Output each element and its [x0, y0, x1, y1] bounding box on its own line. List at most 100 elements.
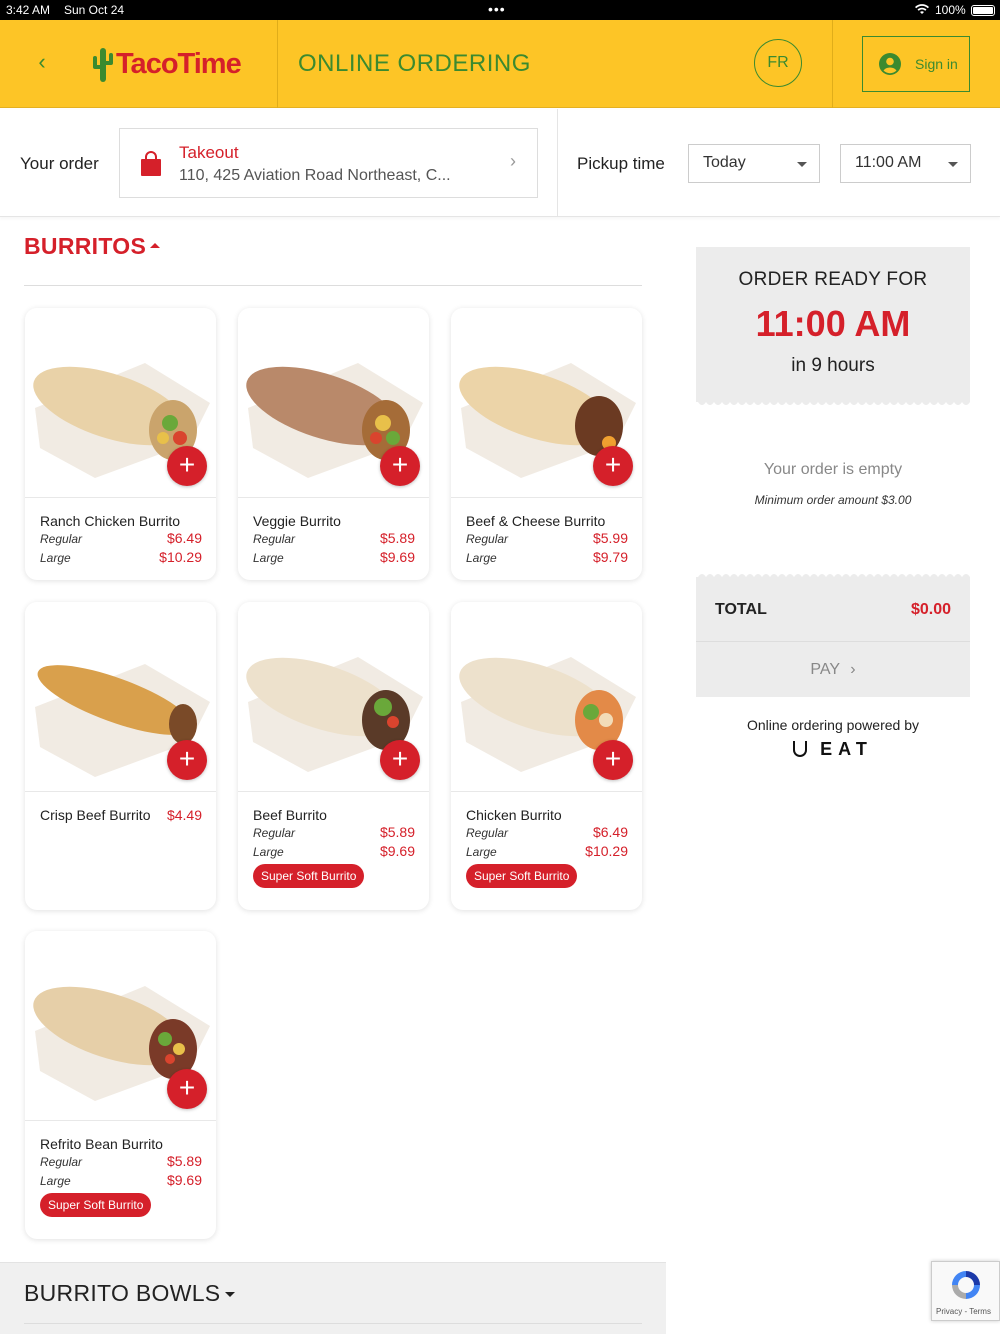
item-price: $5.89	[379, 530, 415, 546]
item-price: $4.49	[166, 807, 202, 823]
item-price: $5.89	[379, 824, 415, 840]
size-row-regular: Regular $6.49	[40, 530, 202, 546]
item-price: $6.49	[592, 824, 628, 840]
status-date: Sun Oct 24	[64, 3, 125, 17]
item-name: Beef & Cheese Burrito	[466, 513, 606, 529]
item-price: $9.69	[166, 1172, 202, 1188]
caret-up-icon[interactable]	[150, 243, 160, 248]
user-icon	[879, 53, 901, 75]
menu-item-card[interactable]: + Chicken Burrito Regular $6.49 Large $10.…	[451, 602, 642, 910]
size-label: Regular	[253, 826, 296, 840]
menu-item-card[interactable]: + Ranch Chicken Burrito Regular $6.49 Lar…	[25, 308, 216, 580]
item-name: Refrito Bean Burrito	[40, 1136, 163, 1152]
minimum-order-note: Minimum order amount $3.00	[754, 493, 912, 507]
page-title: ONLINE ORDERING	[298, 50, 531, 77]
pickup-time-select[interactable]: 11:00 AM	[840, 144, 971, 183]
section-title-burritos[interactable]: BURRITOS	[24, 233, 146, 260]
order-total: TOTAL $0.00	[696, 580, 970, 642]
order-mode-selector[interactable]: Takeout 110, 425 Aviation Road Northeast…	[119, 128, 538, 198]
order-ready-countdown: in 9 hours	[791, 355, 875, 376]
super-soft-badge: Super Soft Burrito	[466, 864, 578, 888]
size-row-large: Large $9.69	[40, 1172, 202, 1188]
add-to-cart-button[interactable]: +	[167, 1069, 207, 1109]
pickup-time-value: 11:00 AM	[855, 154, 922, 171]
pay-label: PAY	[810, 661, 840, 678]
item-price: $9.79	[592, 549, 628, 565]
size-row-regular: Regular $5.89	[253, 824, 415, 840]
empty-cart-message: Your order is empty	[763, 461, 903, 478]
divider	[277, 20, 278, 108]
item-price: $10.29	[585, 843, 628, 859]
menu-item-card[interactable]: + Crisp Beef Burrito $4.49	[25, 602, 216, 910]
item-price: $9.69	[379, 843, 415, 859]
multitask-dots-icon[interactable]: •••	[488, 1, 506, 17]
caret-down-icon	[948, 162, 958, 167]
powered-by-label: Online ordering powered by	[747, 717, 919, 733]
add-to-cart-button[interactable]: +	[380, 446, 420, 486]
size-label: Large	[40, 551, 71, 565]
sign-in-label: Sign in	[915, 56, 958, 72]
back-icon[interactable]: ‹	[30, 50, 54, 74]
item-price: $5.99	[592, 530, 628, 546]
add-to-cart-button[interactable]: +	[593, 740, 633, 780]
order-bar: Your order Takeout 110, 425 Aviation Roa…	[0, 109, 1000, 217]
recaptcha-icon	[952, 1271, 980, 1299]
size-label: Regular	[466, 532, 509, 546]
caret-down-icon	[797, 162, 807, 167]
size-label: Large	[253, 551, 284, 565]
add-to-cart-button[interactable]: +	[167, 740, 207, 780]
add-to-cart-button[interactable]: +	[380, 740, 420, 780]
wifi-icon	[915, 4, 929, 15]
size-row-large: Large $9.79	[466, 549, 628, 565]
order-ready-panel: ORDER READY FOR 11:00 AM in 9 hours	[696, 247, 970, 399]
recaptcha-links: Privacy - Terms	[936, 1307, 991, 1316]
shopping-bag-icon	[141, 151, 161, 176]
size-row-large: Large $9.69	[253, 843, 415, 859]
sign-in-button[interactable]: Sign in	[862, 36, 970, 92]
brand-name: TacoTime	[116, 47, 242, 80]
menu-item-card[interactable]: + Beef Burrito Regular $5.89 Large $9.69 S…	[238, 602, 429, 910]
section-header-burrito-bowls[interactable]: BURRITO BOWLS	[0, 1262, 666, 1334]
language-toggle-button[interactable]: FR	[754, 39, 802, 87]
menu-item-card[interactable]: + Veggie Burrito Regular $5.89 Large $9.69	[238, 308, 429, 580]
item-name: Ranch Chicken Burrito	[40, 513, 181, 529]
battery-percent: 100%	[935, 3, 966, 17]
order-ready-time: 11:00 AM	[755, 303, 911, 344]
brand-logo[interactable]: TacoTime	[92, 44, 242, 84]
size-row-regular: Regular $6.49	[466, 824, 628, 840]
size-label: Regular	[40, 1155, 83, 1169]
recaptcha-badge[interactable]: Privacy - Terms	[931, 1261, 1000, 1321]
battery-icon	[971, 5, 995, 16]
add-to-cart-button[interactable]: +	[167, 446, 207, 486]
size-row-regular: Regular $5.89	[40, 1153, 202, 1169]
status-time: 3:42 AM	[6, 3, 51, 17]
total-value: $0.00	[910, 601, 951, 618]
size-label: Regular	[40, 532, 83, 546]
size-row-regular: Regular $5.99	[466, 530, 628, 546]
caret-down-icon	[225, 1292, 235, 1297]
pay-button[interactable]: PAY ›	[696, 642, 970, 697]
pickup-address: 110, 425 Aviation Road Northeast, C...	[179, 167, 451, 184]
item-price: $9.69	[379, 549, 415, 565]
size-row-large: Large $10.29	[466, 843, 628, 859]
size-label: Regular	[253, 532, 296, 546]
item-price: $6.49	[166, 530, 202, 546]
ueat-logo[interactable]: EAT	[696, 739, 970, 760]
pickup-day-value: Today	[703, 154, 746, 171]
divider	[832, 20, 833, 108]
your-order-label: Your order	[20, 154, 99, 173]
section-title-burrito-bowls: BURRITO BOWLS	[24, 1280, 221, 1306]
size-label: Large	[253, 845, 284, 859]
super-soft-badge: Super Soft Burrito	[40, 1193, 152, 1217]
menu-item-card[interactable]: + Beef & Cheese Burrito Regular $5.99 Lar…	[451, 308, 642, 580]
provider-name: EAT	[820, 739, 873, 759]
cactus-icon	[93, 48, 113, 82]
divider	[557, 109, 558, 217]
total-label: TOTAL	[715, 601, 767, 618]
pickup-day-select[interactable]: Today	[688, 144, 820, 183]
size-row-large: Large $10.29	[40, 549, 202, 565]
u-logo-icon	[793, 741, 808, 757]
super-soft-badge: Super Soft Burrito	[253, 864, 365, 888]
menu-item-card[interactable]: + Refrito Bean Burrito Regular $5.89 Larg…	[25, 931, 216, 1239]
add-to-cart-button[interactable]: +	[593, 446, 633, 486]
